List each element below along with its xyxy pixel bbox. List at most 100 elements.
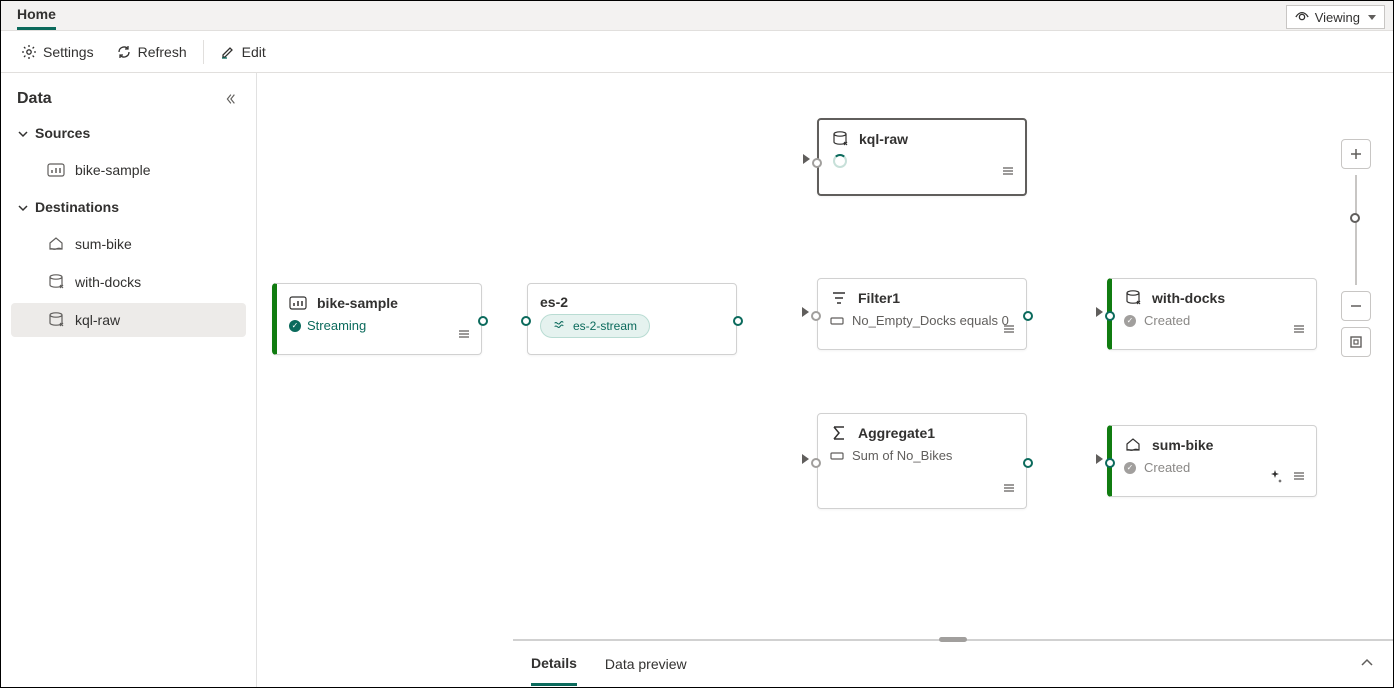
settings-label: Settings xyxy=(43,44,94,60)
stream-tag[interactable]: es-2-stream xyxy=(540,314,650,338)
zoom-fit-button[interactable] xyxy=(1341,327,1371,357)
tab-home[interactable]: Home xyxy=(17,1,56,30)
arrowhead-icon xyxy=(1096,307,1103,317)
sidebar-item-label: sum-bike xyxy=(75,236,132,252)
node-kql-raw[interactable]: kql-raw xyxy=(817,118,1027,196)
node-menu-icon[interactable] xyxy=(1002,481,1016,498)
lakehouse-icon xyxy=(47,235,65,253)
zoom-slider-handle[interactable] xyxy=(1350,213,1360,223)
toolbar-separator xyxy=(203,40,204,64)
view-mode-dropdown[interactable]: Viewing xyxy=(1286,5,1385,29)
node-title: kql-raw xyxy=(859,131,908,147)
node-title: es-2 xyxy=(540,294,568,310)
node-title: Filter1 xyxy=(858,290,900,306)
sidebar-item-kql-raw[interactable]: kql-raw xyxy=(11,303,246,337)
refresh-button[interactable]: Refresh xyxy=(106,38,197,66)
node-title: with-docks xyxy=(1152,290,1225,306)
node-status-label: Created xyxy=(1144,313,1190,328)
node-description: Sum of No_Bikes xyxy=(852,448,952,463)
node-description: No_Empty_Docks equals 0 xyxy=(852,313,1009,328)
field-icon xyxy=(830,314,844,328)
input-port[interactable] xyxy=(811,311,821,321)
sidebar-item-label: with-docks xyxy=(75,274,141,290)
bottom-tab-details[interactable]: Details xyxy=(531,643,577,686)
sidebar-item-with-docks[interactable]: with-docks xyxy=(11,265,246,299)
sidebar-item-label: bike-sample xyxy=(75,162,150,178)
database-icon xyxy=(1124,289,1142,307)
node-aggregate1[interactable]: Aggregate1 Sum of No_Bikes xyxy=(817,413,1027,509)
section-destinations-label: Destinations xyxy=(35,199,119,215)
node-menu-icon[interactable] xyxy=(1002,322,1016,339)
sidebar-title: Data xyxy=(17,90,52,108)
bottom-panel: Details Data preview xyxy=(513,639,1393,687)
input-port[interactable] xyxy=(812,158,822,168)
node-es-2[interactable]: es-2 es-2-stream xyxy=(527,283,737,355)
node-menu-icon[interactable] xyxy=(1292,469,1306,486)
top-tab-bar: Home Viewing xyxy=(1,1,1393,31)
bottom-tab-data-preview[interactable]: Data preview xyxy=(605,644,687,684)
panel-resize-handle[interactable] xyxy=(939,637,967,642)
status-check-icon: ✓ xyxy=(1124,315,1136,327)
node-menu-icon[interactable] xyxy=(457,327,471,344)
arrowhead-icon xyxy=(802,454,809,464)
node-filter1[interactable]: Filter1 No_Empty_Docks equals 0 xyxy=(817,278,1027,350)
sigma-icon xyxy=(830,424,848,442)
edit-button[interactable]: Edit xyxy=(210,38,276,66)
loading-spinner-icon xyxy=(833,154,847,168)
input-port[interactable] xyxy=(1105,458,1115,468)
collapse-sidebar-button[interactable] xyxy=(220,89,240,109)
sidebar: Data Sources bike-sample Destinations xyxy=(1,73,257,687)
database-icon xyxy=(47,273,65,291)
node-with-docks[interactable]: with-docks ✓ Created xyxy=(1107,278,1317,350)
toolbar: Settings Refresh Edit xyxy=(1,31,1393,73)
node-menu-icon[interactable] xyxy=(1001,164,1015,181)
node-title: bike-sample xyxy=(317,295,398,311)
node-bike-sample[interactable]: bike-sample ✓ Streaming xyxy=(272,283,482,355)
output-port[interactable] xyxy=(1023,458,1033,468)
output-port[interactable] xyxy=(478,316,488,326)
node-sum-bike[interactable]: sum-bike ✓ Created xyxy=(1107,425,1317,497)
chart-icon xyxy=(289,294,307,312)
sparkle-icon[interactable] xyxy=(1268,469,1282,486)
database-icon xyxy=(47,311,65,329)
database-icon xyxy=(831,130,849,148)
zoom-in-button[interactable] xyxy=(1341,139,1371,169)
stream-icon xyxy=(553,319,567,333)
sidebar-section-destinations[interactable]: Destinations xyxy=(11,191,246,223)
chart-icon xyxy=(47,161,65,179)
lakehouse-icon xyxy=(1124,436,1142,454)
node-title: sum-bike xyxy=(1152,437,1213,453)
node-menu-icon[interactable] xyxy=(1292,322,1306,339)
sidebar-item-label: kql-raw xyxy=(75,312,120,328)
output-port[interactable] xyxy=(1023,311,1033,321)
node-status-label: Created xyxy=(1144,460,1190,475)
sidebar-item-bike-sample[interactable]: bike-sample xyxy=(11,153,246,187)
edit-label: Edit xyxy=(242,44,266,60)
status-check-icon: ✓ xyxy=(289,320,301,332)
input-port[interactable] xyxy=(1105,311,1115,321)
zoom-out-button[interactable] xyxy=(1341,291,1371,321)
sidebar-section-sources[interactable]: Sources xyxy=(11,117,246,149)
section-sources-label: Sources xyxy=(35,125,90,141)
refresh-label: Refresh xyxy=(138,44,187,60)
settings-button[interactable]: Settings xyxy=(11,38,104,66)
canvas[interactable]: bike-sample ✓ Streaming es-2 es-2-stream xyxy=(257,73,1393,687)
output-port[interactable] xyxy=(733,316,743,326)
refresh-icon xyxy=(116,44,132,60)
edit-icon xyxy=(220,44,236,60)
filter-icon xyxy=(830,289,848,307)
input-port[interactable] xyxy=(811,458,821,468)
view-mode-label: Viewing xyxy=(1315,10,1360,25)
sidebar-item-sum-bike[interactable]: sum-bike xyxy=(11,227,246,261)
status-check-icon: ✓ xyxy=(1124,462,1136,474)
node-title: Aggregate1 xyxy=(858,425,935,441)
arrowhead-icon xyxy=(1096,454,1103,464)
node-status-label: Streaming xyxy=(307,318,366,333)
gear-icon xyxy=(21,44,37,60)
input-port[interactable] xyxy=(521,316,531,326)
edges-layer xyxy=(257,73,557,223)
expand-panel-button[interactable] xyxy=(1359,655,1375,674)
zoom-slider[interactable] xyxy=(1355,175,1357,285)
chevron-down-icon xyxy=(17,201,29,213)
field-icon xyxy=(830,449,844,463)
